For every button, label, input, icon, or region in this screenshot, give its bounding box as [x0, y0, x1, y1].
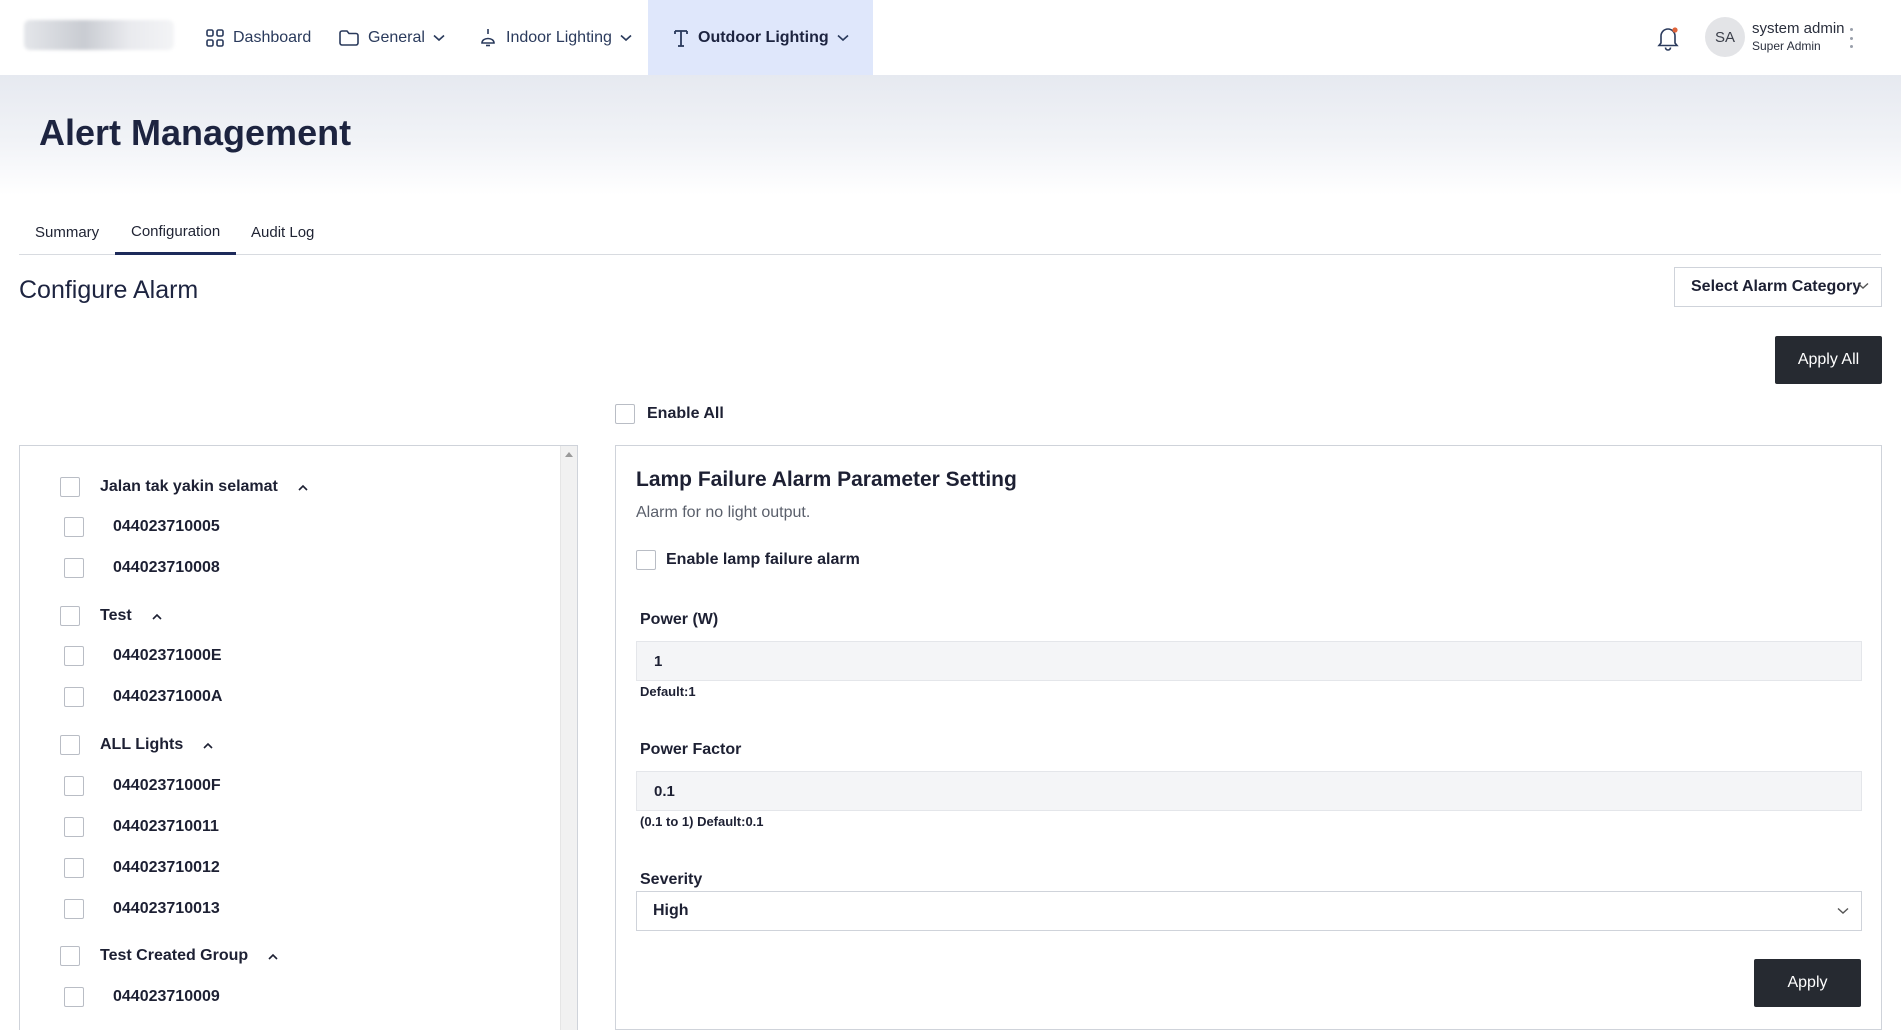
tree-group: Jalan tak yakin selamat	[60, 477, 308, 497]
enable-lamp-failure-checkbox[interactable]	[636, 550, 656, 570]
tab-bar: Summary Configuration Audit Log	[19, 210, 1881, 255]
avatar[interactable]: SA	[1705, 17, 1745, 57]
tree-item: 044023710008	[64, 558, 220, 578]
alarm-parameter-panel: Lamp Failure Alarm Parameter Setting Ala…	[615, 445, 1882, 1030]
severity-value: High	[653, 902, 689, 919]
tree-item: 044023710009	[64, 987, 220, 1007]
nav-outdoor-lighting[interactable]: Outdoor Lighting	[648, 0, 873, 75]
apply-all-button[interactable]: Apply All	[1775, 336, 1882, 384]
tree-group: Test Created Group	[60, 946, 278, 966]
group-label: Test Created Group	[100, 947, 249, 964]
group-checkbox[interactable]	[60, 946, 80, 966]
power-factor-input[interactable]: 0.1	[636, 771, 1862, 811]
parameter-title: Lamp Failure Alarm Parameter Setting	[636, 468, 1017, 491]
enable-all-toggle[interactable]: Enable All	[615, 404, 724, 424]
page-title: Alert Management	[39, 112, 352, 153]
power-input[interactable]: 1	[636, 641, 1862, 681]
enable-all-checkbox[interactable]	[615, 404, 635, 424]
nav-general-label: General	[368, 28, 425, 46]
parameter-description: Alarm for no light output.	[636, 504, 811, 521]
scroll-up-arrow-icon[interactable]	[565, 452, 573, 457]
chevron-down-icon	[620, 34, 632, 42]
grid-icon	[205, 28, 225, 48]
chevron-up-icon[interactable]	[298, 484, 308, 491]
tree-item-label: 044023710012	[113, 859, 220, 876]
severity-label: Severity	[640, 871, 703, 888]
folder-icon	[338, 28, 360, 48]
group-checkbox[interactable]	[60, 735, 80, 755]
tab-configuration[interactable]: Configuration	[115, 210, 237, 255]
more-options-icon[interactable]	[1848, 28, 1854, 48]
tree-item-label: 04402371000E	[113, 647, 222, 664]
apply-button[interactable]: Apply	[1754, 959, 1861, 1007]
tree-item-label: 044023710009	[113, 988, 220, 1005]
tree-group: Test	[60, 606, 162, 626]
power-factor-label: Power Factor	[640, 741, 742, 758]
tree-item: 04402371000F	[64, 776, 221, 796]
tree-scrollbar[interactable]	[560, 446, 577, 1030]
street-lamp-icon	[672, 28, 690, 48]
tree-item-label: 04402371000F	[113, 777, 221, 794]
chevron-down-icon	[433, 34, 445, 42]
tree-group: ALL Lights	[60, 735, 213, 755]
chevron-up-icon[interactable]	[203, 742, 213, 749]
chevron-up-icon[interactable]	[268, 953, 278, 960]
enable-all-label: Enable All	[647, 405, 724, 422]
item-checkbox[interactable]	[64, 899, 84, 919]
tree-item: 044023710013	[64, 899, 220, 919]
tree-item-label: 044023710013	[113, 900, 220, 917]
tree-item: 044023710012	[64, 858, 220, 878]
item-checkbox[interactable]	[64, 517, 84, 537]
ceiling-lamp-icon	[478, 28, 498, 48]
power-label: Power (W)	[640, 611, 719, 628]
power-factor-hint: (0.1 to 1) Default:0.1	[640, 814, 764, 829]
tree-item-label: 044023710011	[113, 818, 219, 835]
item-checkbox[interactable]	[64, 646, 84, 666]
group-checkbox[interactable]	[60, 477, 80, 497]
section-title: Configure Alarm	[19, 276, 199, 304]
nav-dashboard-label: Dashboard	[233, 28, 312, 46]
device-tree-panel: Jalan tak yakin selamat 044023710005 044…	[19, 445, 578, 1030]
nav-indoor-lighting-label: Indoor Lighting	[506, 28, 612, 46]
group-label: Test	[100, 607, 132, 624]
item-checkbox[interactable]	[64, 987, 84, 1007]
nav-outdoor-lighting-label: Outdoor Lighting	[698, 28, 829, 46]
enable-lamp-failure-label: Enable lamp failure alarm	[666, 551, 860, 568]
tree-item: 04402371000A	[64, 687, 222, 707]
group-label: ALL Lights	[100, 736, 184, 753]
user-role: Super Admin	[1752, 39, 1821, 53]
alarm-category-select-label: Select Alarm Category	[1691, 278, 1862, 295]
top-navigation: Dashboard General Indoor Lighting Outdoo…	[0, 0, 1901, 75]
item-checkbox[interactable]	[64, 858, 84, 878]
group-checkbox[interactable]	[60, 606, 80, 626]
tree-item-label: 04402371000A	[113, 688, 223, 705]
item-checkbox[interactable]	[64, 558, 84, 578]
tree-item-label: 044023710005	[113, 518, 220, 535]
tab-summary[interactable]: Summary	[19, 210, 115, 255]
severity-select[interactable]: High	[636, 891, 1862, 931]
chevron-down-icon	[837, 34, 849, 42]
enable-lamp-failure-toggle[interactable]: Enable lamp failure alarm	[636, 550, 860, 570]
company-logo[interactable]	[24, 20, 174, 50]
user-name: system admin	[1752, 20, 1845, 37]
notification-bell-icon[interactable]	[1655, 24, 1681, 52]
tree-item: 04402371000E	[64, 646, 222, 666]
tree-item-label: 044023710008	[113, 559, 220, 576]
item-checkbox[interactable]	[64, 776, 84, 796]
nav-general[interactable]: General	[338, 0, 445, 75]
group-label: Jalan tak yakin selamat	[100, 478, 278, 495]
tab-audit-log[interactable]: Audit Log	[235, 210, 330, 255]
item-checkbox[interactable]	[64, 817, 84, 837]
nav-dashboard[interactable]: Dashboard	[205, 0, 311, 75]
power-hint: Default:1	[640, 684, 696, 699]
alarm-category-select[interactable]: Select Alarm Category	[1674, 267, 1882, 307]
tree-item: 044023710005	[64, 517, 220, 537]
chevron-up-icon[interactable]	[152, 613, 162, 620]
nav-indoor-lighting[interactable]: Indoor Lighting	[478, 0, 632, 75]
tree-item: 044023710011	[64, 817, 219, 837]
item-checkbox[interactable]	[64, 687, 84, 707]
